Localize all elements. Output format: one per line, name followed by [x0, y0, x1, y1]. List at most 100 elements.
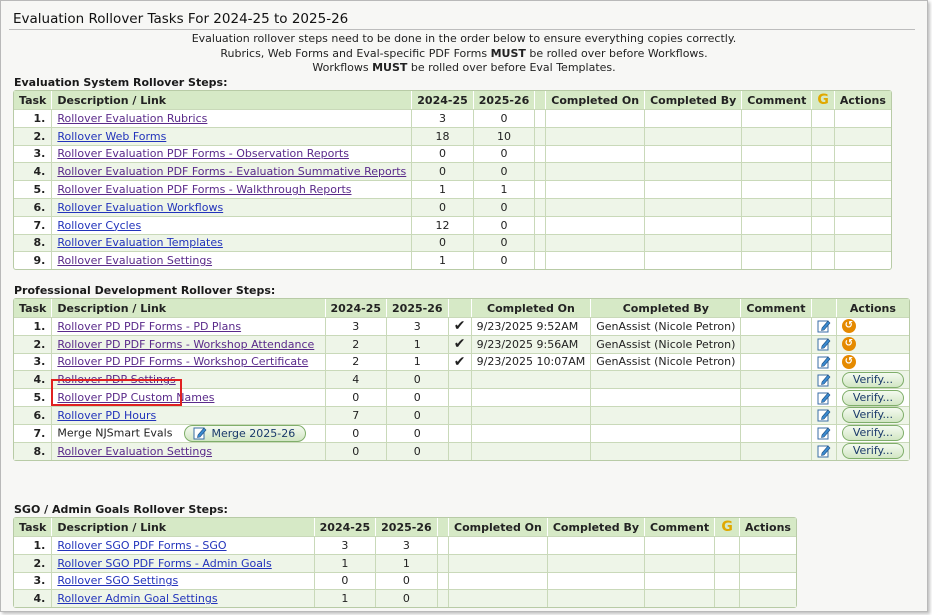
merge-button[interactable]: Merge 2025-26: [184, 424, 307, 442]
rollover-link[interactable]: Rollover PD Hours: [57, 409, 156, 422]
actions-cell: ↺: [836, 317, 909, 335]
rollover-link[interactable]: Rollover Evaluation PDF Forms - Evaluati…: [57, 165, 406, 178]
completed-on-cell: [471, 370, 592, 389]
rollover-link[interactable]: Rollover SGO PDF Forms - Admin Goals: [57, 557, 271, 570]
count-2024-25: 0: [412, 197, 474, 216]
actions-cell: [834, 180, 891, 198]
comment-cell: [741, 405, 812, 424]
col-check: [448, 299, 472, 317]
task-description: Rollover Cycles: [52, 215, 413, 234]
check-cell: ✔: [448, 352, 472, 371]
rollover-link[interactable]: Rollover SGO PDF Forms - SGO: [57, 539, 226, 552]
actions-cell: [739, 536, 796, 554]
task-number: 8.: [14, 441, 53, 460]
edit-comment-icon[interactable]: [817, 337, 831, 351]
edit-comment-icon[interactable]: [817, 373, 831, 387]
rollover-link[interactable]: Rollover Evaluation Settings: [57, 445, 212, 458]
completed-on-cell: [449, 571, 548, 590]
verify-button[interactable]: Verify...: [841, 425, 904, 442]
pd-header-row: Task Description / Link 2024-25 2025-26 …: [14, 299, 909, 317]
edit-cell: [811, 423, 837, 442]
check-cell: [535, 109, 547, 127]
task-description: Rollover PD PDF Forms - Workshop Certifi…: [52, 352, 326, 371]
rollover-link[interactable]: Rollover Cycles: [57, 219, 141, 232]
verify-button[interactable]: Verify...: [841, 371, 904, 388]
task-number: 5.: [14, 388, 53, 406]
completed-by-cell: [591, 388, 742, 406]
edit-comment-icon[interactable]: [817, 408, 831, 422]
table-row: 4. Rollover Admin Goal Settings 1 0: [14, 589, 796, 608]
completed-on-cell: 9/23/2025 9:56AM: [471, 334, 592, 353]
rollover-link[interactable]: Rollover Evaluation Rubrics: [57, 112, 207, 125]
intro-line-3-post: be rolled over before Eval Templates.: [407, 61, 616, 74]
count-2025-26: 1: [387, 334, 449, 353]
task-description: Rollover Admin Goal Settings: [52, 589, 315, 608]
completed-on-cell: [471, 423, 592, 442]
col-description: Description / Link: [52, 299, 326, 317]
rollover-link[interactable]: Rollover Evaluation Settings: [57, 254, 212, 267]
rollover-link[interactable]: Rollover Admin Goal Settings: [57, 592, 217, 605]
count-2024-25: 0: [412, 233, 474, 252]
rollover-link[interactable]: Rollover PD PDF Forms - PD Plans: [57, 320, 241, 333]
count-2025-26: 0: [387, 388, 449, 406]
page-title: Evaluation Rollover Tasks For 2024-25 to…: [13, 11, 349, 27]
checkmark-icon: ✔: [453, 318, 466, 335]
rollover-link[interactable]: Rollover Evaluation PDF Forms - Walkthro…: [57, 183, 351, 196]
task-number: 3.: [14, 144, 53, 163]
completed-by-cell: [591, 441, 742, 460]
task-number: 9.: [14, 251, 53, 270]
task-description: Rollover PD Hours: [52, 405, 326, 424]
completed-by-cell: [645, 197, 743, 216]
comment-cell: [645, 553, 716, 572]
edit-comment-icon[interactable]: [817, 444, 831, 458]
table-row: 8. Rollover Evaluation Settings 0 0 Verify..…: [14, 441, 909, 460]
actions-cell: [739, 589, 796, 608]
undo-icon[interactable]: ↺: [841, 337, 856, 352]
actions-cell: [739, 553, 796, 572]
edit-cell: [811, 441, 837, 460]
count-2025-26: 0: [387, 405, 449, 424]
edit-comment-icon[interactable]: [817, 426, 831, 440]
completed-by-cell: [645, 251, 743, 270]
verify-button[interactable]: Verify...: [841, 389, 904, 406]
g-cell: [812, 180, 835, 198]
completed-by-cell: [591, 370, 742, 389]
completed-on-cell: [546, 215, 646, 234]
check-cell: [535, 180, 547, 198]
count-2025-26: 0: [473, 197, 536, 216]
rollover-link[interactable]: Rollover Evaluation PDF Forms - Observat…: [57, 147, 349, 160]
comment-cell: [742, 251, 813, 270]
table-row: 9. Rollover Evaluation Settings 1 0: [14, 251, 891, 270]
comment-cell: [742, 215, 813, 234]
check-cell: [437, 571, 450, 590]
task-description: Rollover Evaluation Templates: [52, 233, 413, 252]
rollover-link[interactable]: Rollover PD PDF Forms - Workshop Certifi…: [57, 355, 308, 368]
verify-button[interactable]: Verify...: [841, 443, 904, 460]
actions-cell: [834, 251, 891, 269]
col-actions: Actions: [834, 91, 891, 109]
task-number: 6.: [14, 405, 53, 424]
undo-icon[interactable]: ↺: [841, 354, 856, 369]
check-cell: [448, 370, 472, 389]
g-icon: G: [721, 519, 733, 535]
task-description: Rollover PD PDF Forms - PD Plans: [52, 317, 326, 335]
verify-button[interactable]: Verify...: [841, 407, 904, 424]
undo-icon[interactable]: ↺: [841, 319, 856, 334]
g-cell: [812, 162, 835, 181]
col-task: Task: [14, 91, 53, 109]
count-2024-25: 0: [412, 162, 474, 181]
edit-comment-icon[interactable]: [817, 391, 831, 405]
count-2025-26: 0: [473, 233, 536, 252]
rollover-link[interactable]: Rollover Evaluation Templates: [57, 236, 222, 249]
rollover-link[interactable]: Rollover Web Forms: [57, 130, 166, 143]
edit-comment-icon[interactable]: [817, 319, 831, 333]
count-2024-25: 2: [325, 352, 388, 371]
intro-line-2-pre: Rubrics, Web Forms and Eval-specific PDF…: [220, 46, 491, 60]
col-comment: Comment: [741, 299, 812, 317]
rollover-link[interactable]: Rollover SGO Settings: [57, 574, 178, 587]
g-cell: [715, 589, 740, 608]
edit-comment-icon[interactable]: [817, 355, 831, 369]
count-2024-25: 3: [412, 109, 474, 127]
rollover-link[interactable]: Rollover PD PDF Forms - Workshop Attenda…: [57, 338, 314, 351]
rollover-link[interactable]: Rollover Evaluation Workflows: [57, 201, 223, 214]
